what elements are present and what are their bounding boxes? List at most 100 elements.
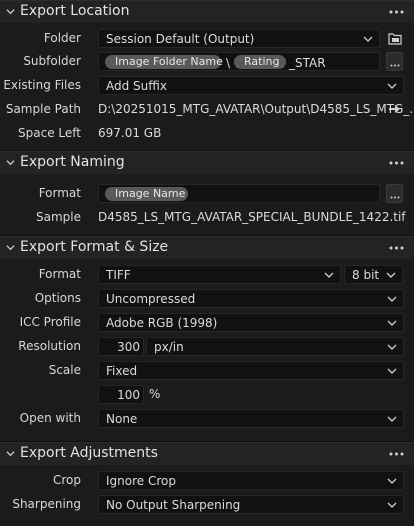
existing-files-dropdown[interactable]: Add Suffix xyxy=(98,76,404,95)
file-format-value: TIFF xyxy=(106,268,131,282)
icc-profile-value: Adobe RGB (1998) xyxy=(106,316,218,330)
bit-depth-value: 8 bit xyxy=(352,268,380,282)
caret-down-icon xyxy=(386,272,396,278)
export-location-header[interactable]: Export Location xyxy=(0,0,414,23)
scale-percent-input[interactable]: 100 xyxy=(98,385,144,404)
subfolder-row: Subfolder Image Folder Name \ Rating _ST… xyxy=(0,51,414,72)
crop-row: Crop Ignore Crop xyxy=(0,470,414,491)
folder-dropdown[interactable]: Session Default (Output) xyxy=(98,29,380,48)
scale-label: Scale xyxy=(48,363,81,377)
space-left-label: Space Left xyxy=(18,126,81,140)
file-format-label: Format xyxy=(38,267,81,281)
caret-down-icon xyxy=(387,83,397,89)
chevron-down-icon[interactable] xyxy=(6,158,15,167)
resolution-unit-value: px/in xyxy=(154,340,184,354)
export-naming-section: Export Naming Format Image Name Sample D… xyxy=(0,151,414,236)
existing-files-label: Existing Files xyxy=(3,78,81,92)
sample-path-label: Sample Path xyxy=(5,102,81,116)
resolution-row: Resolution 300 px/in xyxy=(0,336,414,357)
file-format-row: Format TIFF 8 bit xyxy=(0,264,414,285)
more-dots-icon[interactable] xyxy=(389,161,404,165)
chevron-down-icon[interactable] xyxy=(6,449,15,458)
naming-sample-row: Sample D4585_LS_MTG_AVATAR_SPECIAL_BUNDL… xyxy=(0,207,414,228)
caret-down-icon xyxy=(387,368,397,374)
caret-down-icon xyxy=(387,296,397,302)
chevron-down-icon[interactable] xyxy=(6,7,15,16)
sharpening-row: Sharpening No Output Sharpening xyxy=(0,494,414,515)
export-naming-header[interactable]: Export Naming xyxy=(0,151,414,174)
folder-label: Folder xyxy=(43,31,81,45)
existing-files-row: Existing Files Add Suffix xyxy=(0,75,414,96)
icc-profile-row: ICC Profile Adobe RGB (1998) xyxy=(0,312,414,333)
chevron-down-icon[interactable] xyxy=(6,243,15,252)
section-title: Export Adjustments xyxy=(20,445,158,461)
subfolder-options-button[interactable] xyxy=(386,52,403,71)
open-with-value: None xyxy=(106,412,138,426)
more-dots-icon[interactable] xyxy=(389,10,404,14)
open-with-row: Open with None xyxy=(0,408,414,429)
options-value: Uncompressed xyxy=(106,292,196,306)
crop-dropdown[interactable]: Ignore Crop xyxy=(98,471,404,490)
sample-path-value: D:\20251015_MTG_AVATAR\Output\D4585_LS_M… xyxy=(98,102,414,116)
folder-value: Session Default (Output) xyxy=(106,32,255,46)
sample-path-row: Sample Path D:\20251015_MTG_AVATAR\Outpu… xyxy=(0,99,414,120)
bit-depth-dropdown[interactable]: 8 bit xyxy=(344,265,403,284)
naming-options-button[interactable] xyxy=(386,184,403,203)
sharpening-label: Sharpening xyxy=(12,497,81,511)
caret-down-icon xyxy=(363,36,373,42)
naming-sample-value: D4585_LS_MTG_AVATAR_SPECIAL_BUNDLE_1422.… xyxy=(98,210,406,224)
section-title: Export Location xyxy=(20,3,130,19)
folder-row: Folder Session Default (Output) xyxy=(0,28,414,49)
folder-icon[interactable] xyxy=(388,32,402,45)
more-dots-icon xyxy=(390,64,400,67)
subfolder-suffix: _STAR xyxy=(289,56,326,70)
image-folder-name-token[interactable]: Image Folder Name xyxy=(105,55,223,69)
export-location-section: Export Location Folder Session Default (… xyxy=(0,0,414,151)
caret-down-icon xyxy=(387,416,397,422)
icc-profile-label: ICC Profile xyxy=(19,315,81,329)
resolution-input[interactable]: 300 xyxy=(98,337,144,356)
path-separator: \ xyxy=(226,56,231,70)
caret-down-icon xyxy=(324,272,334,278)
caret-down-icon xyxy=(387,502,397,508)
existing-files-value: Add Suffix xyxy=(106,79,167,93)
open-with-dropdown[interactable]: None xyxy=(98,409,404,428)
resolution-unit-dropdown[interactable]: px/in xyxy=(146,337,404,356)
subfolder-label: Subfolder xyxy=(23,54,81,68)
scale-dropdown[interactable]: Fixed xyxy=(98,361,404,380)
arrow-right-icon[interactable] xyxy=(389,104,401,114)
scale-row: Scale Fixed xyxy=(0,360,414,381)
caret-down-icon xyxy=(387,478,397,484)
export-adjustments-section: Export Adjustments Crop Ignore Crop Shar… xyxy=(0,442,414,526)
naming-sample-label: Sample xyxy=(36,210,81,224)
more-dots-icon[interactable] xyxy=(389,452,404,456)
scale-value: Fixed xyxy=(106,364,138,378)
scale-percent-unit: % xyxy=(149,387,161,401)
sharpening-dropdown[interactable]: No Output Sharpening xyxy=(98,495,404,514)
more-dots-icon xyxy=(390,196,400,199)
more-dots-icon[interactable] xyxy=(389,246,404,250)
scale-percent-row: 100 % xyxy=(0,384,414,405)
rating-token[interactable]: Rating xyxy=(234,55,286,69)
crop-label: Crop xyxy=(52,473,81,487)
icc-profile-dropdown[interactable]: Adobe RGB (1998) xyxy=(98,313,404,332)
export-adjustments-header[interactable]: Export Adjustments xyxy=(0,442,414,465)
resolution-label: Resolution xyxy=(18,339,81,353)
file-format-dropdown[interactable]: TIFF xyxy=(98,265,341,284)
section-title: Export Naming xyxy=(20,154,125,170)
caret-down-icon xyxy=(387,320,397,326)
subfolder-field[interactable]: Image Folder Name \ Rating _STAR xyxy=(98,52,380,71)
section-title: Export Format & Size xyxy=(20,239,169,255)
caret-down-icon xyxy=(387,344,397,350)
image-name-token[interactable]: Image Name xyxy=(105,187,188,201)
options-label: Options xyxy=(34,291,81,305)
options-dropdown[interactable]: Uncompressed xyxy=(98,289,404,308)
space-left-value: 697.01 GB xyxy=(98,126,162,140)
crop-value: Ignore Crop xyxy=(106,474,176,488)
space-left-row: Space Left 697.01 GB xyxy=(0,123,414,144)
sharpening-value: No Output Sharpening xyxy=(106,498,241,512)
naming-format-row: Format Image Name xyxy=(0,183,414,204)
export-format-section: Export Format & Size Format TIFF 8 bit O… xyxy=(0,236,414,442)
naming-format-field[interactable]: Image Name xyxy=(98,184,380,203)
export-format-header[interactable]: Export Format & Size xyxy=(0,236,414,259)
